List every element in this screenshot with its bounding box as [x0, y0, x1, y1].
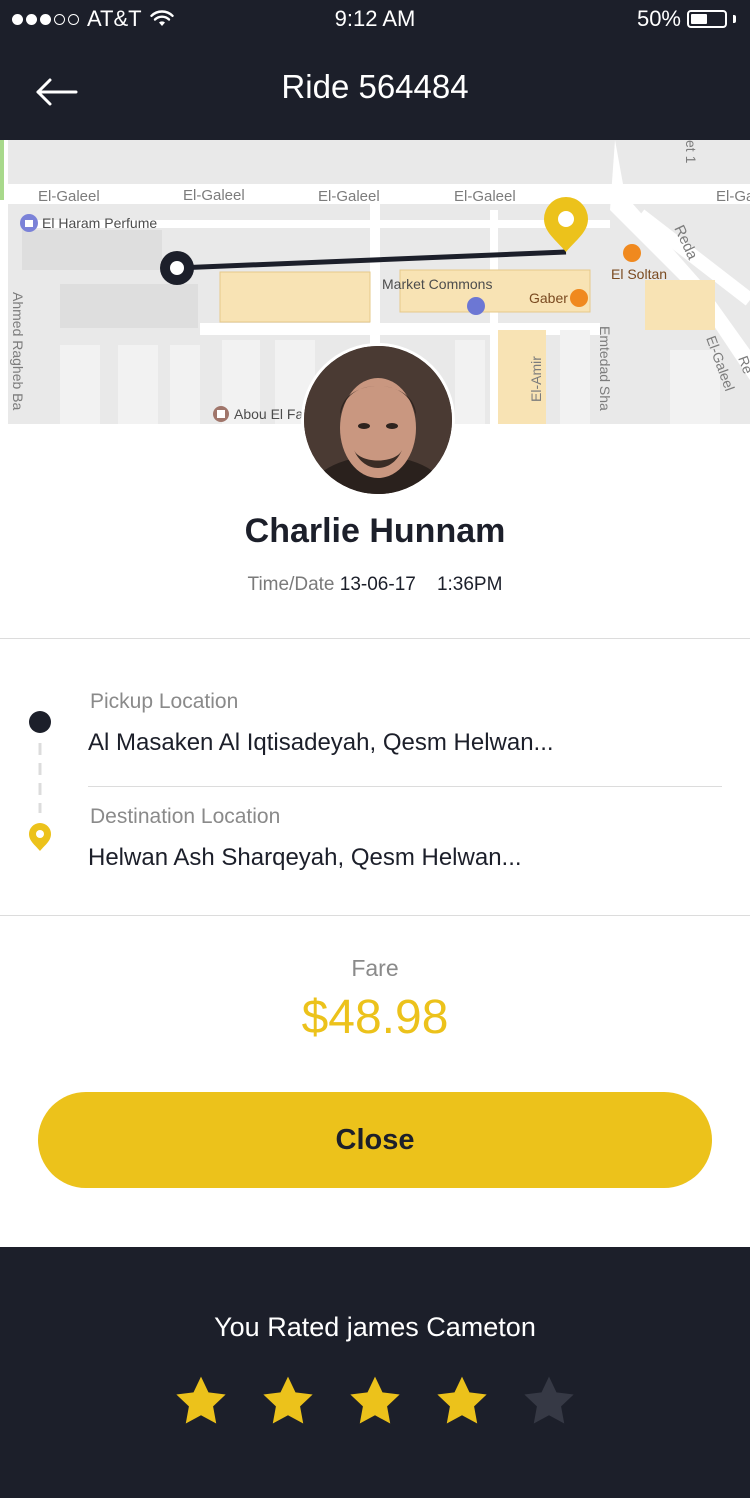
svg-text:Emtedad Sha: Emtedad Sha	[597, 326, 613, 411]
svg-text:El-Ga: El-Ga	[716, 188, 750, 205]
svg-text:Abou El Fa: Abou El Fa	[234, 406, 303, 422]
app-header: AT&T 9:12 AM 50% Ride 564484	[0, 0, 750, 140]
datetime-label: Time/Date	[247, 574, 335, 595]
svg-text:El Haram Perfume: El Haram Perfume	[42, 215, 157, 231]
svg-text:El-Amir: El-Amir	[528, 356, 544, 402]
driver-name: Charlie Hunnam	[244, 512, 506, 550]
destination-label: Destination Location	[90, 805, 281, 828]
pickup-address: Al Masaken Al Iqtisadeyah, Qesm Helwan..…	[88, 729, 554, 756]
status-right: 50%	[637, 6, 736, 32]
battery-icon	[687, 10, 727, 28]
divider	[0, 915, 750, 916]
rating-stars	[0, 1373, 750, 1433]
ride-datetime: Time/Date 13-06-17 1:36PM	[0, 574, 750, 596]
battery-percent: 50%	[636, 6, 681, 31]
svg-text:El-Galeel: El-Galeel	[454, 188, 516, 205]
avatar-image	[304, 346, 452, 494]
svg-text:et 1: et 1	[683, 140, 699, 164]
status-bar: AT&T 9:12 AM 50%	[0, 0, 750, 40]
destination-address: Helwan Ash Sharqeyah, Qesm Helwan...	[88, 844, 522, 871]
close-button[interactable]: Close	[38, 1092, 712, 1188]
star-icon[interactable]	[433, 1373, 491, 1431]
svg-text:Gaber: Gaber	[529, 290, 568, 306]
divider	[88, 786, 722, 787]
star-icon[interactable]	[259, 1373, 317, 1431]
svg-text:El-Galeel: El-Galeel	[183, 187, 245, 204]
svg-text:El Soltan: El Soltan	[611, 266, 667, 282]
rating-panel: You Rated james Cameton	[0, 1247, 750, 1498]
svg-text:Ahmed Ragheb Ba: Ahmed Ragheb Ba	[10, 292, 26, 411]
route-timeline	[29, 711, 51, 851]
divider	[0, 638, 750, 639]
ride-date: 13-06-17	[339, 574, 416, 595]
rating-text: You Rated james Cameton	[214, 1312, 536, 1342]
star-icon[interactable]	[520, 1373, 578, 1431]
svg-text:Market Commons: Market Commons	[382, 276, 492, 292]
pickup-dot-icon	[29, 711, 51, 733]
destination-marker-icon	[29, 823, 51, 851]
pickup-label: Pickup Location	[90, 690, 239, 713]
star-icon[interactable]	[172, 1373, 230, 1431]
driver-avatar	[301, 343, 455, 497]
ride-time: 1:36PM	[436, 574, 503, 595]
fare-amount: $48.98	[301, 991, 449, 1044]
svg-text:El-Galeel: El-Galeel	[318, 188, 380, 205]
star-icon[interactable]	[346, 1373, 404, 1431]
svg-text:El-Galeel: El-Galeel	[38, 188, 100, 205]
page-title: Ride 564484	[281, 68, 469, 105]
fare-label: Fare	[351, 955, 399, 981]
